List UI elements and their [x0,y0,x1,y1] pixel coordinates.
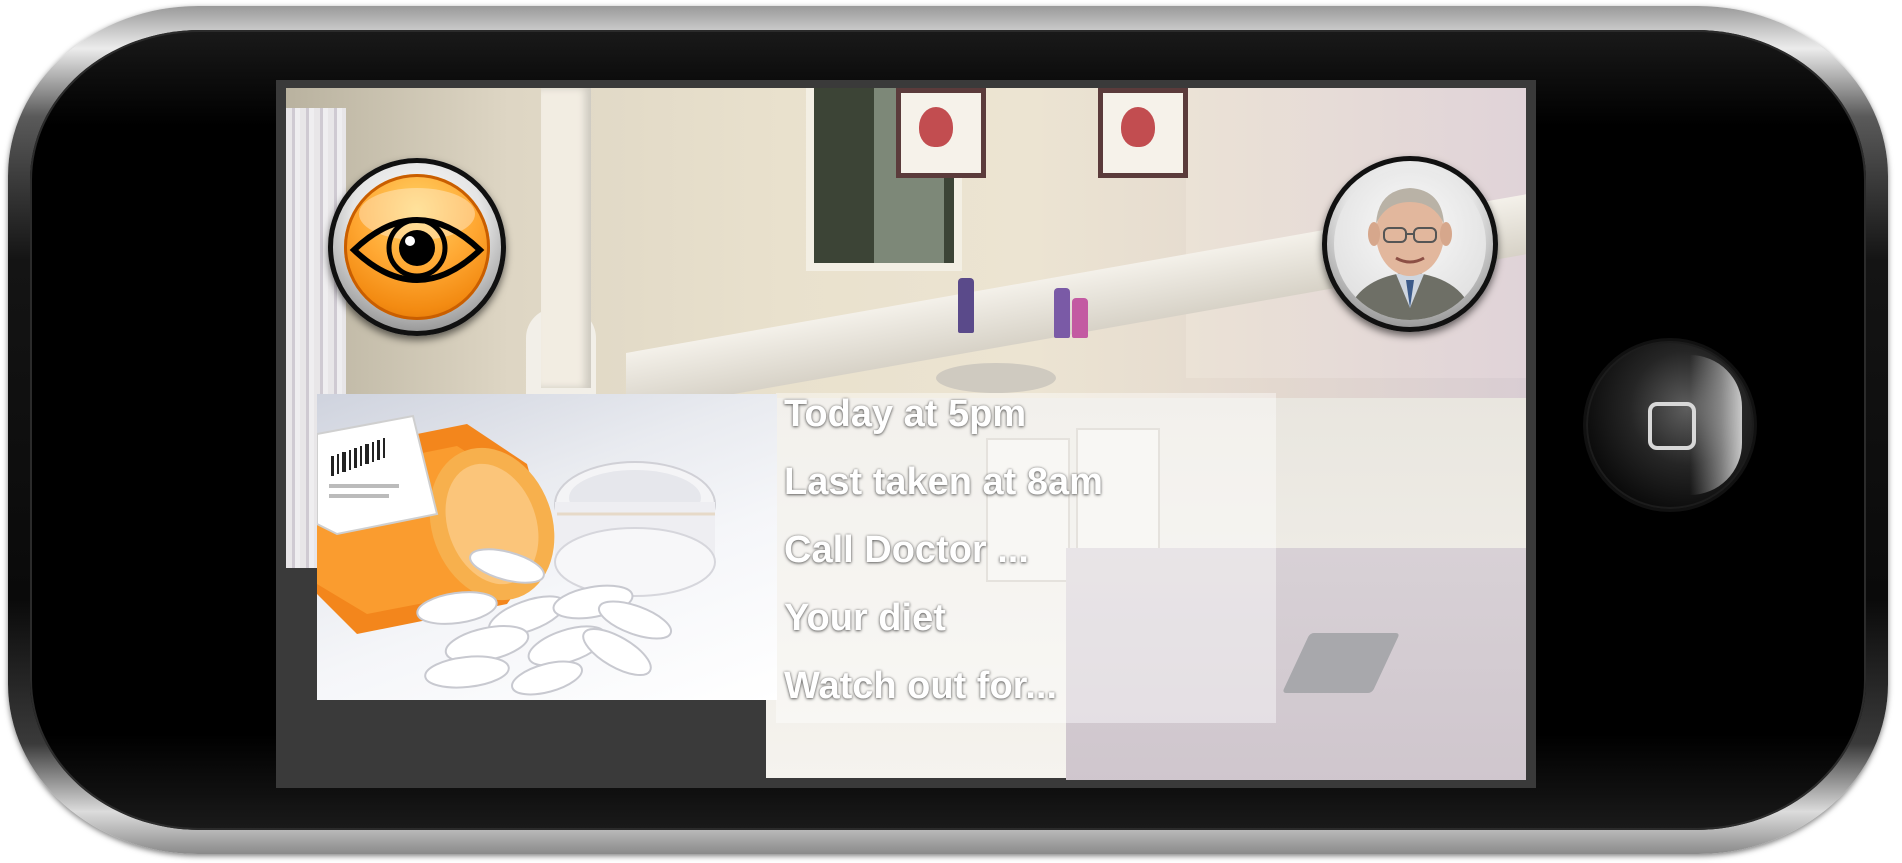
phone-screen: Today at 5pm Last taken at 8am Call Doct… [276,80,1536,788]
menu-item-warnings[interactable]: Watch out for... [784,660,1264,728]
menu-item-call-doctor[interactable]: Call Doctor ... [784,524,1264,592]
wall-picture [896,88,986,178]
eye-icon [344,174,490,320]
wall-picture [1098,88,1188,178]
reminder-menu: Today at 5pm Last taken at 8am Call Doct… [784,388,1264,728]
vision-button[interactable] [328,158,506,336]
home-button[interactable] [1586,341,1754,509]
door-frame [541,88,591,388]
pills-image [317,394,777,700]
home-square-icon [1648,402,1696,450]
menu-item-next-dose[interactable]: Today at 5pm [784,388,1264,456]
doctor-avatar [1334,168,1486,320]
doctor-button[interactable] [1322,156,1498,332]
menu-item-last-taken[interactable]: Last taken at 8am [784,456,1264,524]
menu-item-diet[interactable]: Your diet [784,592,1264,660]
